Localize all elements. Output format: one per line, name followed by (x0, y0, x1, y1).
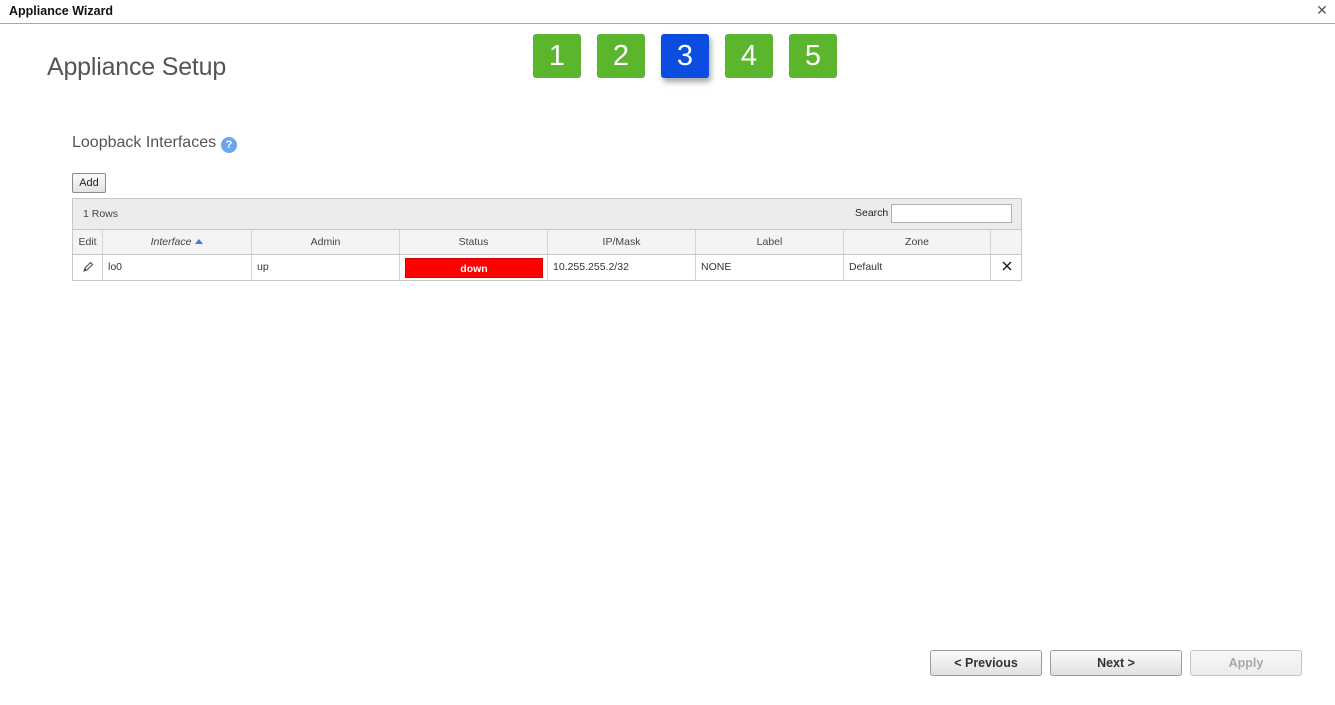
status-cell: down (400, 255, 548, 280)
previous-button[interactable]: < Previous (930, 650, 1042, 676)
loopback-interfaces-grid: 1 Rows Search Edit Interface Admin Statu… (72, 198, 1022, 281)
ip-mask-cell: 10.255.255.2/32 (548, 255, 696, 280)
next-button[interactable]: Next > (1050, 650, 1182, 676)
step-5-button[interactable]: 5 (789, 34, 837, 78)
column-header-zone[interactable]: Zone (844, 230, 991, 254)
column-header-label: Label (757, 236, 783, 248)
column-header-label[interactable]: Label (696, 230, 844, 254)
grid-header: Edit Interface Admin Status IP/Mask Labe… (73, 230, 1021, 255)
page-title: Appliance Setup (47, 53, 226, 82)
column-header-label: Status (459, 236, 489, 248)
rows-count: 1 Rows (83, 208, 118, 220)
column-header-status[interactable]: Status (400, 230, 548, 254)
column-header-label: Edit (78, 236, 96, 248)
section-title: Loopback Interfaces (72, 134, 216, 152)
column-header-delete (991, 230, 1021, 254)
sort-ascending-icon (195, 239, 203, 244)
table-row[interactable]: lo0 up down 10.255.255.2/32 NONE Default (73, 255, 1021, 280)
column-header-label: Zone (905, 236, 929, 248)
delete-cell (991, 255, 1021, 280)
step-1-button[interactable]: 1 (533, 34, 581, 78)
pencil-icon[interactable] (82, 261, 94, 273)
window-title: Appliance Wizard (9, 4, 113, 18)
admin-cell: up (252, 255, 400, 280)
close-icon[interactable]: ✕ (1315, 3, 1329, 17)
column-header-interface[interactable]: Interface (103, 230, 252, 254)
edit-cell (73, 255, 103, 280)
step-3-button[interactable]: 3 (661, 34, 709, 78)
help-icon[interactable]: ? (221, 137, 237, 153)
column-header-label: Admin (311, 236, 341, 248)
column-header-admin[interactable]: Admin (252, 230, 400, 254)
step-2-button[interactable]: 2 (597, 34, 645, 78)
delete-x-icon[interactable] (1001, 260, 1013, 272)
column-header-ip-mask[interactable]: IP/Mask (548, 230, 696, 254)
add-button[interactable]: Add (72, 173, 106, 193)
search-input[interactable] (891, 204, 1012, 223)
apply-button[interactable]: Apply (1190, 650, 1302, 676)
column-header-label: IP/Mask (603, 236, 641, 248)
window-titlebar: Appliance Wizard ✕ (0, 0, 1335, 24)
step-4-button[interactable]: 4 (725, 34, 773, 78)
column-header-edit[interactable]: Edit (73, 230, 103, 254)
grid-toolbar: 1 Rows Search (73, 199, 1021, 230)
column-header-label: Interface (151, 236, 192, 248)
zone-cell: Default (844, 255, 991, 280)
search-label: Search (855, 207, 888, 219)
interface-cell: lo0 (103, 255, 252, 280)
label-cell: NONE (696, 255, 844, 280)
status-badge: down (405, 258, 543, 278)
